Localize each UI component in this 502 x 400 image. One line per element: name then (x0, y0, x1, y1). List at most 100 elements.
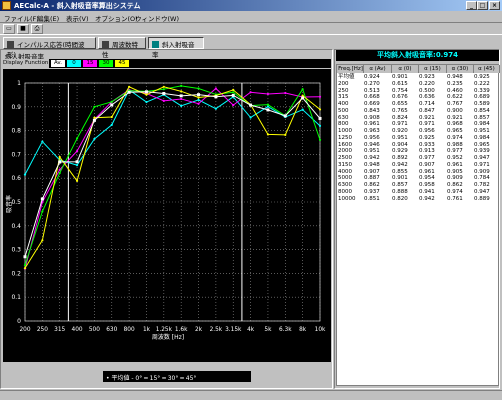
data-point (75, 149, 79, 153)
tab-oblique-absorption[interactable]: 斜入射吸音率 (148, 37, 204, 59)
minimize-button[interactable]: _ (466, 1, 477, 10)
table-cell: 0.820 (392, 195, 408, 202)
print-icon[interactable]: ⎙ (31, 24, 43, 34)
display-30-button[interactable]: 30 (99, 60, 113, 67)
data-point (162, 91, 166, 95)
x-tick-label: 6.3k (279, 327, 292, 333)
data-point (58, 171, 61, 175)
data-point (214, 107, 217, 110)
data-point (110, 123, 113, 126)
x-tick-label: 1.25k (156, 327, 173, 333)
data-point (266, 103, 270, 106)
tab-bar: インパルス応答(時間波形) 周波数特性 斜入射吸音率 (0, 36, 502, 59)
data-point (180, 90, 183, 93)
chart-area: 0 0.1 0.2 0.3 0.4 0.5 0.6 0.7 0.8 0.9 1 200 250 315 40… (3, 69, 331, 362)
status-bar (0, 390, 502, 400)
data-point (58, 155, 61, 159)
data-point (232, 104, 235, 107)
title-bar: AECalc-A - 斜入射吸音率算出システム _ □ × (0, 0, 502, 11)
absorption-icon (152, 41, 159, 48)
open-icon[interactable]: ▭ (3, 24, 15, 34)
x-tick-label: 8k (299, 327, 307, 333)
display-15-button[interactable]: 15 (83, 60, 97, 67)
data-point (75, 160, 79, 164)
toolbar: ▭ ■ ⎙ (0, 22, 502, 35)
data-point (93, 137, 96, 141)
series-line-0 (24, 91, 321, 257)
data-point (41, 239, 44, 242)
x-tick-label: 2.5k (210, 327, 223, 333)
data-point (214, 95, 218, 99)
y-tick-label: 0.8 (11, 128, 21, 135)
data-point (75, 164, 79, 167)
tab-frequency[interactable]: 周波数特性 (98, 37, 146, 59)
x-axis-label: 周波数 [Hz] (152, 333, 184, 341)
data-point (110, 100, 113, 103)
data-point (145, 93, 148, 96)
save-icon[interactable]: ■ (17, 24, 29, 34)
data-point (180, 104, 183, 107)
x-tick-label: 1.6k (175, 327, 188, 333)
data-point (92, 118, 96, 122)
x-tick-label: 1k (143, 327, 151, 333)
data-point (301, 108, 304, 111)
data-point (110, 115, 113, 119)
display-45-button[interactable]: 45 (115, 60, 129, 67)
table-cell: 0.761 (447, 195, 463, 202)
y-tick-label: 0 (17, 318, 21, 325)
table-cell: α (15) (419, 65, 447, 73)
data-point (249, 116, 252, 119)
table-cell: 10000 (338, 195, 356, 202)
data-point (144, 90, 148, 94)
y-tick-label: 0.6 (11, 175, 21, 182)
x-tick-label: 630 (106, 327, 117, 333)
data-point (232, 88, 235, 92)
data-point (179, 94, 183, 98)
x-tick-label: 5k (264, 327, 272, 333)
absorption-chart: 00.10.20.30.40.50.60.70.80.91200 250 315 40… (5, 80, 326, 341)
display-function-label: Display Function (3, 59, 49, 68)
data-point (180, 97, 183, 101)
data-point (127, 90, 131, 94)
data-point (197, 93, 201, 97)
table-cell: α (Av) (364, 65, 392, 73)
x-tick-label: 250 (37, 327, 48, 333)
data-point (318, 138, 322, 141)
data-point (23, 263, 27, 267)
data-point (23, 173, 27, 176)
tab-impulse-response[interactable]: インパルス応答(時間波形) (3, 37, 96, 59)
x-tick-label: 800 (124, 327, 135, 333)
y-tick-label: 0.3 (11, 247, 21, 254)
table-cell: Freq.[Hz] (338, 65, 364, 73)
data-point (23, 267, 27, 270)
x-tick-label: 500 (89, 327, 100, 333)
close-button[interactable]: × (489, 1, 500, 10)
data-point (266, 133, 270, 136)
menu-bar: ファイル(F) 編集(E) 表示(V) オプション(O) ウィンドウ(W) (0, 11, 502, 23)
x-tick-label: 3.15k (225, 327, 242, 333)
x-tick-label: 200 (19, 327, 30, 333)
data-point (249, 91, 252, 94)
data-point (318, 116, 322, 120)
data-point (283, 114, 287, 118)
data-point (197, 98, 200, 101)
data-point (180, 84, 183, 87)
y-tick-label: 0.1 (11, 294, 21, 301)
table-cell: 0.851 (364, 195, 380, 202)
spectrum-icon (102, 41, 109, 48)
display-0-button[interactable]: 0 (67, 60, 81, 67)
data-point (232, 91, 235, 94)
table-cell: α (0) (392, 65, 419, 73)
data-point (41, 210, 44, 213)
absorption-table: Freq.[Hz] α (Av) α (0) α (15) α (30) α (45) 平均… (336, 64, 500, 386)
data-point (214, 87, 217, 90)
table-row: 10000 0.851 0.820 0.942 0.761 0.889 (337, 196, 500, 203)
maximize-button[interactable]: □ (477, 1, 488, 10)
x-tick-label: 2k (195, 327, 203, 333)
data-point (231, 93, 235, 97)
x-tick-label: 315 (54, 327, 65, 333)
data-point (266, 108, 270, 112)
y-tick-label: 0.7 (11, 151, 21, 158)
data-point (197, 102, 200, 105)
display-av-button[interactable]: Av. (51, 60, 65, 67)
